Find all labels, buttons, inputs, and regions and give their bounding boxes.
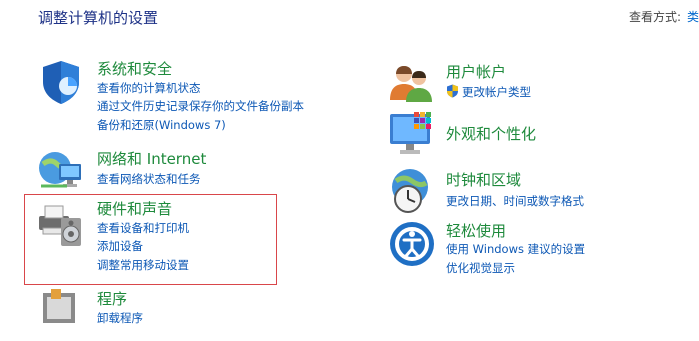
view-by-label: 查看方式: [628, 10, 681, 24]
category-title[interactable]: 网络和 Internet [97, 148, 206, 169]
category-system-security: 系统和安全 查看你的计算机状态 通过文件历史记录保存你的文件备份副本 备份和还原… [37, 58, 304, 138]
link-date-time-format[interactable]: 更改日期、时间或数字格式 [446, 193, 584, 209]
link-network-status[interactable]: 查看网络状态和任务 [97, 171, 201, 187]
link-uninstall-program[interactable]: 卸载程序 [97, 310, 143, 326]
link-mobility-settings[interactable]: 调整常用移动设置 [97, 257, 189, 273]
shield-icon[interactable] [37, 58, 85, 106]
category-programs: 程序 卸载程序 [37, 287, 277, 325]
link-recommended-settings[interactable]: 使用 Windows 建议的设置 [446, 241, 585, 257]
uac-shield-icon [447, 84, 458, 98]
category-clock-region: 时钟和区域 更改日期、时间或数字格式 [388, 167, 688, 215]
link-backup-restore[interactable]: 备份和还原(Windows 7) [97, 117, 226, 133]
category-user-accounts: 用户帐户 更改帐户类型 [388, 60, 688, 104]
category-network-internet: 网络和 Internet 查看网络状态和任务 [37, 146, 297, 192]
link-optimize-visual-display[interactable]: 优化视觉显示 [446, 260, 515, 276]
category-hardware-sound: 硬件和声音 查看设备和打印机 添加设备 调整常用移动设置 [37, 198, 277, 280]
category-title[interactable]: 外观和个性化 [446, 123, 536, 144]
link-label: 更改帐户类型 [462, 85, 531, 99]
category-title[interactable]: 硬件和声音 [97, 198, 172, 219]
link-add-device[interactable]: 添加设备 [97, 238, 143, 254]
category-title[interactable]: 用户帐户 [446, 61, 506, 82]
category-title[interactable]: 程序 [97, 288, 127, 309]
category-appearance: 外观和个性化 [388, 110, 688, 160]
view-by-dropdown[interactable]: 类 [687, 10, 699, 24]
clock-globe-icon[interactable] [388, 167, 436, 215]
link-change-account-type[interactable]: 更改帐户类型 [446, 84, 531, 100]
printer-speaker-icon[interactable] [37, 200, 85, 248]
category-title[interactable]: 系统和安全 [97, 58, 172, 79]
category-title[interactable]: 时钟和区域 [446, 169, 521, 190]
category-ease-of-access: 轻松使用 使用 Windows 建议的设置 优化视觉显示 [388, 220, 688, 280]
view-by: 查看方式: 类 [629, 8, 699, 25]
category-title[interactable]: 轻松使用 [446, 220, 506, 241]
monitor-palette-icon[interactable] [388, 110, 436, 158]
link-devices-printers[interactable]: 查看设备和打印机 [97, 220, 189, 236]
programs-icon[interactable] [37, 289, 85, 337]
page-title: 调整计算机的设置 [38, 9, 159, 27]
link-file-history-backup[interactable]: 通过文件历史记录保存你的文件备份副本 [97, 98, 304, 114]
network-globe-icon[interactable] [37, 146, 85, 194]
link-view-computer-status[interactable]: 查看你的计算机状态 [97, 80, 201, 96]
users-icon[interactable] [388, 60, 436, 108]
ease-of-access-icon[interactable] [388, 220, 436, 268]
